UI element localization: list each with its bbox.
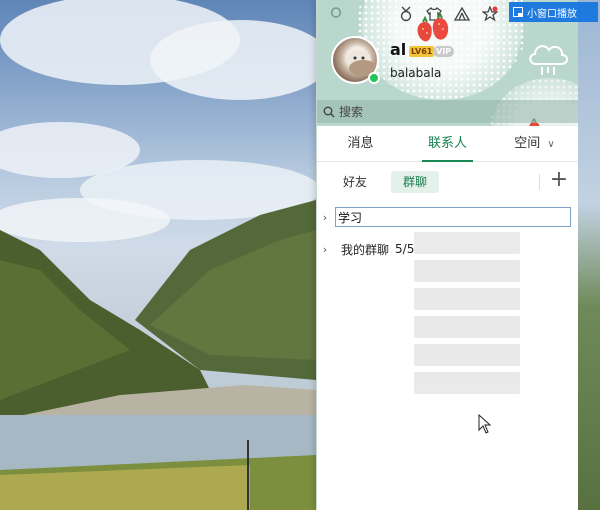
chevron-right-icon[interactable]: › <box>317 243 333 256</box>
tab-messages[interactable]: 消息 <box>317 126 404 161</box>
chevron-right-icon[interactable]: › <box>317 211 333 224</box>
level-badge[interactable]: LV61 <box>409 46 435 57</box>
sign-in-icon[interactable] <box>327 5 345 23</box>
strawberry-decoration <box>417 12 449 42</box>
vip-badge[interactable]: VIP <box>433 46 455 57</box>
subtab-friends[interactable]: 好友 <box>331 171 379 193</box>
star-icon[interactable] <box>481 5 499 23</box>
signature[interactable]: balabala <box>390 66 441 80</box>
tab-space[interactable]: 空间 ∨ <box>491 126 578 161</box>
nickname[interactable]: al <box>390 40 406 59</box>
search-bar[interactable] <box>317 100 578 123</box>
chevron-down-icon: ∨ <box>547 139 555 150</box>
faded-context-menu <box>404 226 530 456</box>
add-button[interactable]: + <box>548 169 570 192</box>
tab-space-label: 空间 <box>514 136 541 151</box>
subtab-groups[interactable]: 群聊 <box>391 171 440 193</box>
main-tabs: 消息 联系人 空间 ∨ <box>317 126 578 162</box>
group-name-input[interactable] <box>335 207 571 227</box>
mini-window-icon <box>513 7 523 17</box>
tent-icon[interactable] <box>453 5 471 23</box>
tab-contacts[interactable]: 联系人 <box>404 126 491 162</box>
group-folder-label: 我的群聊 <box>341 242 390 257</box>
divider <box>539 174 540 190</box>
mouse-cursor-icon <box>478 414 492 434</box>
weather-cloud-icon[interactable] <box>526 38 570 78</box>
online-status-indicator[interactable] <box>368 72 380 84</box>
search-icon <box>323 106 335 118</box>
desktop-wallpaper-strip <box>578 0 600 510</box>
mini-window-button[interactable]: 小窗口播放 <box>509 2 598 22</box>
search-input[interactable] <box>339 104 539 119</box>
contacts-subtabs: 好友 群聊 + <box>317 168 578 196</box>
mini-window-label: 小窗口播放 <box>527 8 577 20</box>
